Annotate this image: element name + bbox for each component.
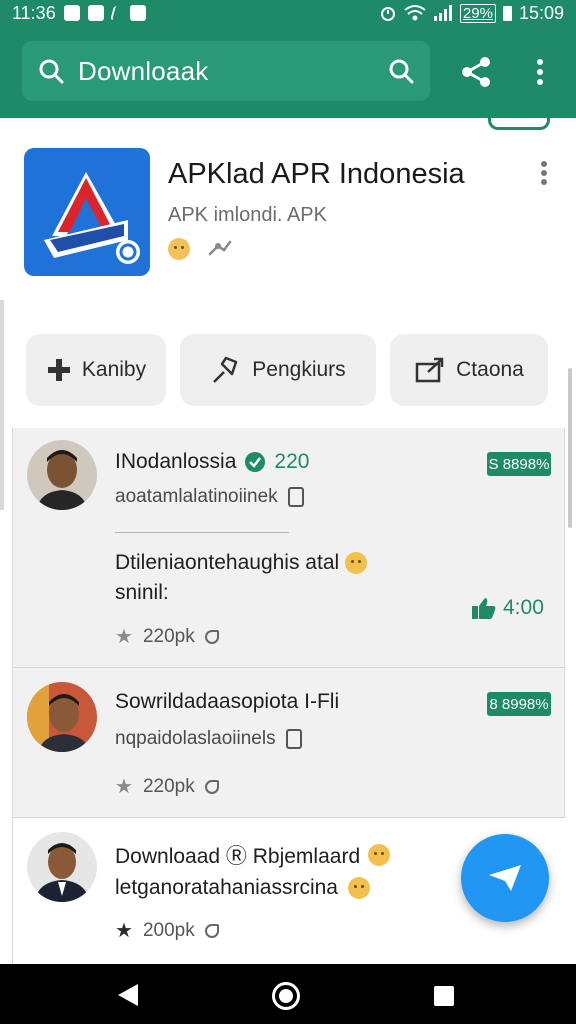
status-clock: 15:09 xyxy=(518,2,564,23)
document-icon xyxy=(285,729,302,749)
search-text: Downloaak xyxy=(78,55,209,86)
post-handle-text: nqpaidolaslaoiinels xyxy=(115,728,276,749)
emoji-icon xyxy=(347,877,370,899)
message-icon xyxy=(87,5,104,21)
pull-tab[interactable] xyxy=(488,116,550,130)
emoji-icon xyxy=(345,552,368,575)
list-item: INodanlossia 220 aoatamlalatinoiinek S 8… xyxy=(13,428,566,668)
action-label: Ctaona xyxy=(456,358,524,381)
left-edge xyxy=(0,300,4,510)
action-button-kaniby[interactable]: Kaniby xyxy=(26,334,166,406)
like-button[interactable]: 4:00 xyxy=(471,596,544,620)
search-icon xyxy=(39,59,64,84)
post-author-name: Sowrildadaasopiota I-Fli xyxy=(115,690,340,713)
pin-icon[interactable] xyxy=(206,238,234,260)
reply-icon[interactable] xyxy=(204,923,219,938)
status-bar: 11:36 29% 15:09 xyxy=(0,0,576,26)
post-author-name: Downloaad Ⓡ Rbjemlaard xyxy=(115,845,361,868)
like-count-text: 4:00 xyxy=(503,596,544,619)
post-stats-text: 220pk xyxy=(142,625,195,647)
app-notification-icon xyxy=(129,5,146,21)
home-icon[interactable] xyxy=(272,982,300,1010)
list-item: Sowrildadaasopiota I-Fli nqpaidolaslaoii… xyxy=(13,668,566,818)
send-fab-button[interactable] xyxy=(461,834,549,922)
action-label: Kaniby xyxy=(81,358,147,381)
post-stats-text: 220pk xyxy=(142,775,195,797)
share-box-icon xyxy=(415,357,444,383)
app-bar: Downloaak xyxy=(0,26,576,118)
notification-icon xyxy=(63,5,80,21)
post-author: Downloaad Ⓡ Rbjemlaard xyxy=(115,840,391,870)
star-icon: ★ xyxy=(115,920,133,942)
post-author-name: INodanlossia xyxy=(115,450,237,473)
back-icon[interactable] xyxy=(118,984,138,1006)
verified-icon xyxy=(245,452,266,472)
post-handle: nqpaidolaslaoiinels xyxy=(115,728,302,750)
action-row: Kaniby Pengkiurs Ctaona xyxy=(0,334,576,410)
more-options-icon[interactable] xyxy=(540,160,548,186)
thumbs-up-icon xyxy=(472,598,496,619)
action-button-ctaona[interactable]: Ctaona xyxy=(390,334,548,406)
star-icon: ★ xyxy=(115,776,133,798)
post-stats: ★ 200pk xyxy=(115,918,219,943)
emoji-icon xyxy=(168,238,190,260)
app-meta xyxy=(168,238,234,260)
action-button-pengkiurs[interactable]: Pengkiurs xyxy=(180,334,376,406)
post-handle-text: letganoratahaniassrcina xyxy=(115,876,338,899)
document-icon xyxy=(287,487,304,507)
alarm-icon xyxy=(380,7,395,21)
verified-count: 220 xyxy=(274,450,310,473)
search-submit-icon[interactable] xyxy=(388,58,414,84)
system-nav-bar xyxy=(0,964,576,1024)
post-body-line: sninil: xyxy=(115,581,169,604)
star-icon: ★ xyxy=(115,626,133,648)
send-icon xyxy=(489,865,521,891)
scrollbar[interactable] xyxy=(568,368,572,528)
post-body: Dtileniaontehaughis atal sninil: xyxy=(115,548,368,608)
action-label: Pengkiurs xyxy=(252,358,346,381)
reply-icon[interactable] xyxy=(204,629,219,644)
status-badge: 8 8998% xyxy=(487,692,551,716)
post-stats: ★ 220pk xyxy=(115,624,219,649)
battery-percent: 29% xyxy=(459,3,496,23)
post-handle: letganoratahaniassrcina xyxy=(115,876,370,900)
status-time: 11:36 xyxy=(12,2,56,23)
post-stats: ★ 220pk xyxy=(115,774,219,799)
post-author: INodanlossia 220 xyxy=(115,450,309,474)
avatar[interactable] xyxy=(27,682,97,752)
pin-icon xyxy=(213,356,238,383)
app-title: APKlad APR Indonesia xyxy=(168,158,465,190)
plus-icon xyxy=(47,359,70,381)
status-badge: S 8898% xyxy=(487,452,551,476)
post-author: Sowrildadaasopiota I-Fli xyxy=(115,690,339,714)
app-info-card: APKlad APR Indonesia APK imlondi. APK Ka… xyxy=(0,116,576,428)
post-body-line: Dtileniaontehaughis atal xyxy=(115,551,340,574)
avatar[interactable] xyxy=(27,440,97,510)
app-subtitle: APK imlondi. APK xyxy=(168,204,327,226)
reply-icon[interactable] xyxy=(204,779,219,794)
app-logo xyxy=(24,148,150,276)
search-input[interactable]: Downloaak xyxy=(22,41,430,101)
divider xyxy=(115,532,289,533)
overflow-menu-icon[interactable] xyxy=(528,54,552,90)
post-stats-text: 200pk xyxy=(142,919,195,941)
share-icon[interactable] xyxy=(458,54,494,90)
avatar[interactable] xyxy=(27,832,97,902)
signal-icon xyxy=(433,5,452,21)
battery-icon xyxy=(502,5,512,21)
recents-icon[interactable] xyxy=(434,986,454,1006)
post-handle-text: aoatamlalatinoiinek xyxy=(115,486,278,507)
download-notification-icon xyxy=(109,6,124,20)
wifi-icon xyxy=(404,5,426,21)
emoji-icon xyxy=(368,844,391,866)
post-handle: aoatamlalatinoiinek xyxy=(115,486,304,508)
